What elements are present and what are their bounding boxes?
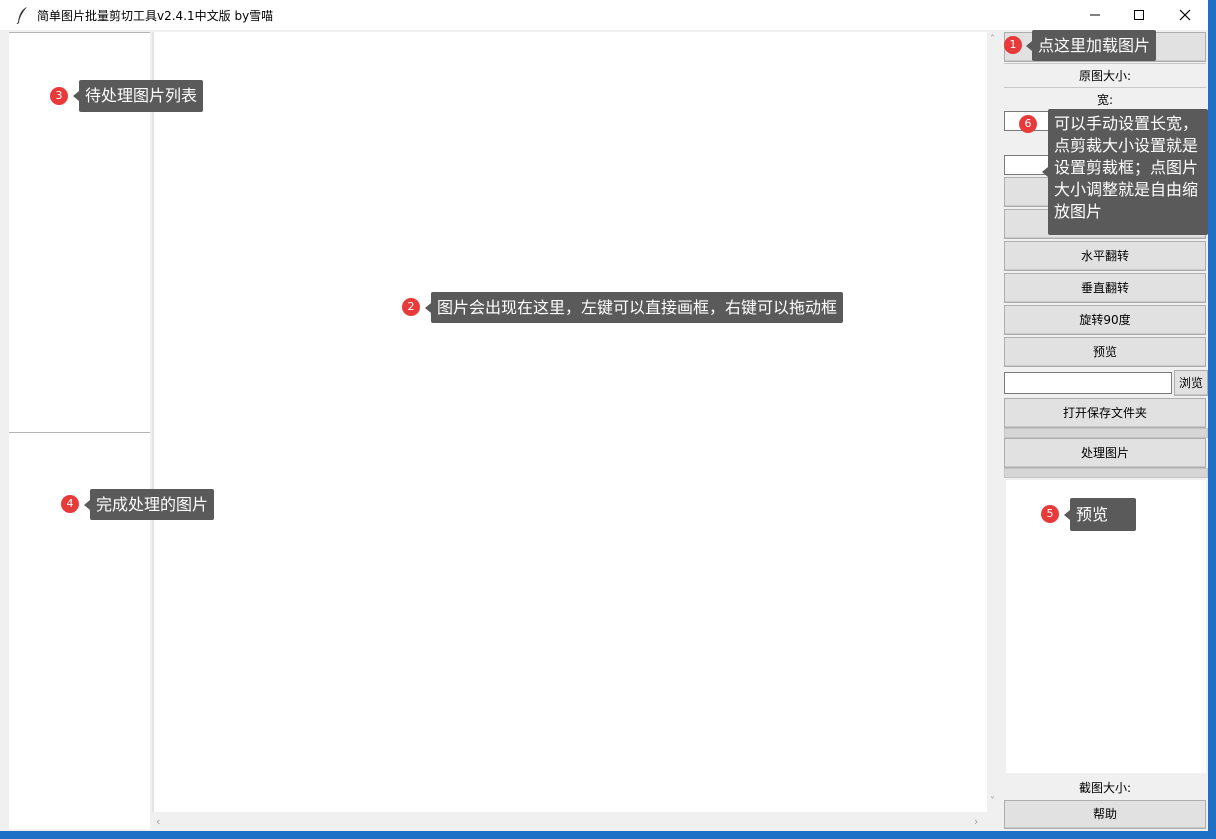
image-canvas[interactable] [152, 32, 988, 812]
scroll-left-icon[interactable]: ‹ [156, 815, 160, 828]
minimize-icon [1090, 14, 1100, 16]
maximize-button[interactable] [1116, 0, 1162, 30]
annotation-badge-2: 2 [402, 298, 420, 316]
crop-size-label: 截图大小: [1078, 781, 1132, 795]
flip-vertical-button[interactable]: 垂直翻转 [1004, 273, 1206, 303]
progress-bar [1004, 428, 1208, 438]
progress-bar [1004, 468, 1208, 478]
divider [1004, 87, 1206, 88]
vertical-scrollbar[interactable]: ˄ ˅ [987, 32, 1003, 812]
window-title: 简单图片批量剪切工具v2.4.1中文版 by雪喵 [37, 9, 274, 23]
annotation-tooltip-2: 图片会出现在这里，左键可以直接画框，右键可以拖动框 [424, 292, 844, 323]
rotate-90-button[interactable]: 旋转90度 [1004, 305, 1206, 335]
close-icon [1179, 9, 1191, 21]
annotation-badge-3: 3 [50, 87, 68, 105]
annotation-badge-6: 6 [1019, 115, 1037, 133]
minimize-button[interactable] [1072, 0, 1118, 30]
scroll-up-icon[interactable]: ˄ [990, 34, 995, 45]
maximize-icon [1134, 10, 1144, 20]
flip-horizontal-button[interactable]: 水平翻转 [1004, 241, 1206, 271]
annotation-badge-1: 1 [1004, 36, 1022, 54]
feather-icon [16, 6, 30, 25]
annotation-tooltip-6: 可以手动设置长宽，点剪裁大小设置就是设置剪裁框；点图片大小调整就是自由缩放图片 [1042, 109, 1208, 235]
annotation-tooltip-4: 完成处理的图片 [83, 489, 215, 520]
process-images-button[interactable]: 处理图片 [1004, 438, 1206, 468]
horizontal-scrollbar[interactable]: ‹ › [152, 812, 986, 829]
annotation-badge-5: 5 [1041, 505, 1059, 523]
app-window: 简单图片批量剪切工具v2.4.1中文版 by雪喵 ‹ › ˄ ˅ 加载图片 原图… [0, 0, 1208, 831]
annotation-badge-4: 4 [61, 495, 79, 513]
scroll-down-icon[interactable]: ˅ [990, 796, 995, 807]
annotation-tooltip-5: 预览 [1064, 498, 1136, 531]
annotation-tooltip-3: 待处理图片列表 [72, 80, 204, 112]
annotation-tooltip-1: 点这里加载图片 [1025, 30, 1157, 61]
divider [1004, 63, 1206, 64]
width-label: 宽: [1096, 93, 1114, 107]
save-path-input[interactable] [1004, 372, 1172, 394]
open-save-folder-button[interactable]: 打开保存文件夹 [1004, 398, 1206, 428]
preview-button[interactable]: 预览 [1004, 337, 1206, 367]
original-size-label: 原图大小: [1078, 69, 1132, 83]
title-bar: 简单图片批量剪切工具v2.4.1中文版 by雪喵 [0, 0, 1208, 30]
browse-button[interactable]: 浏览 [1174, 370, 1208, 396]
scroll-right-icon[interactable]: › [974, 815, 978, 828]
help-button[interactable]: 帮助 [1004, 800, 1206, 829]
close-button[interactable] [1162, 0, 1208, 30]
